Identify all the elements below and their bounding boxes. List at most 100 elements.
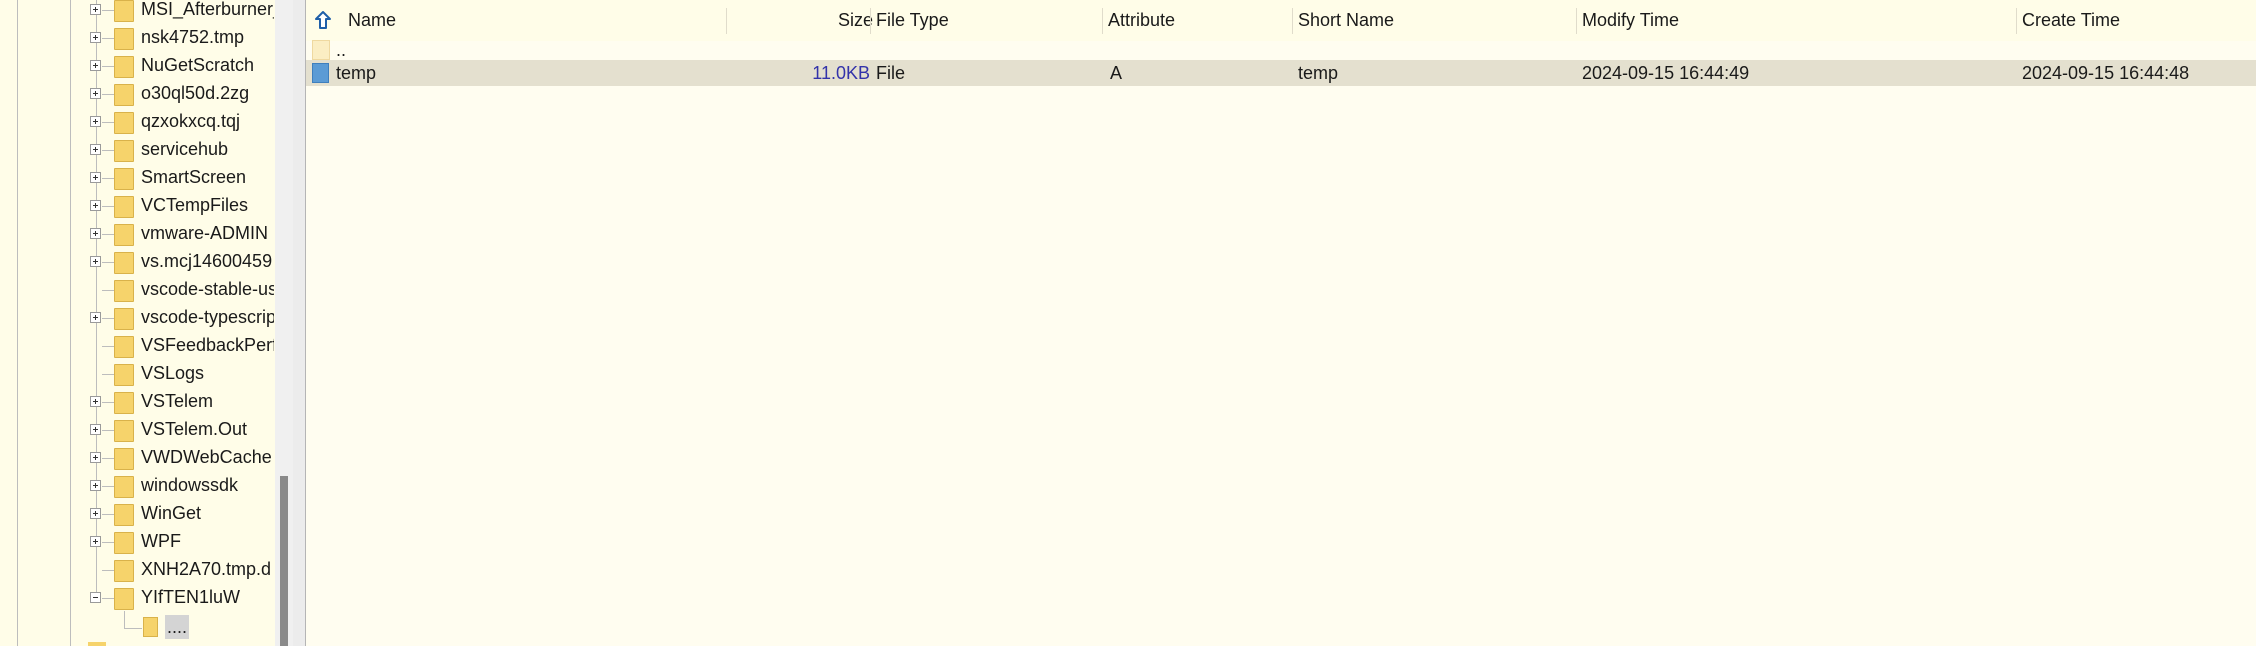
tree-item[interactable]: vscode-typescrip (0, 305, 275, 333)
expand-plus-icon[interactable] (90, 424, 101, 435)
expand-plus-icon[interactable] (90, 200, 101, 211)
expand-plus-icon[interactable] (90, 88, 101, 99)
tree-item-label: VSFeedbackPerfV (141, 335, 274, 355)
tree-item[interactable]: NuGetScratch (0, 53, 275, 81)
file-short-name: temp (1298, 63, 1339, 83)
expand-plus-icon[interactable] (90, 396, 101, 407)
tree-item-label: o30ql50d.2zg (141, 83, 250, 103)
tree-connector (102, 262, 114, 263)
tree-connector (102, 178, 114, 179)
column-header-short-name[interactable]: Short Name (1298, 0, 1394, 41)
expand-plus-icon[interactable] (90, 312, 101, 323)
expand-plus-icon[interactable] (90, 452, 101, 463)
tree-item[interactable]: YIfTEN1luW (0, 585, 275, 613)
tree-item[interactable]: SmartScreen (0, 165, 275, 193)
tree-item-label: servicehub (141, 139, 229, 159)
tree-item-label: VSTelem (141, 391, 214, 411)
column-header-modify-time[interactable]: Modify Time (1582, 0, 1679, 41)
tree-connector (102, 598, 114, 599)
tree-connector (102, 486, 114, 487)
column-header-name[interactable]: Name (348, 0, 396, 41)
tree-item[interactable]: WinGet (0, 501, 275, 529)
tree-connector (102, 402, 114, 403)
column-header-file-type[interactable]: File Type (876, 0, 949, 41)
tree-item-label: WPF (141, 531, 181, 551)
tree-item-label: vmware-ADMIN (141, 223, 269, 243)
column-divider[interactable] (1292, 8, 1293, 34)
collapse-minus-icon[interactable] (90, 592, 101, 603)
tree-connector (102, 94, 114, 95)
folder-icon (114, 280, 134, 302)
tree-connector (102, 514, 114, 515)
column-divider[interactable] (1102, 8, 1103, 34)
tree-item[interactable]: VCTempFiles (0, 193, 275, 221)
column-header-create-time[interactable]: Create Time (2022, 0, 2120, 41)
expand-plus-icon[interactable] (90, 116, 101, 127)
file-create-time: 2024-09-15 16:44:48 (2022, 63, 2190, 83)
column-divider[interactable] (2016, 8, 2017, 34)
expand-plus-icon[interactable] (90, 4, 101, 15)
folder-icon (114, 84, 134, 106)
expand-plus-icon[interactable] (90, 480, 101, 491)
tree-item[interactable]: WPF (0, 529, 275, 557)
file-type: File (876, 63, 906, 83)
expand-plus-icon[interactable] (90, 172, 101, 183)
tree-child-item[interactable]: .... (165, 615, 190, 639)
expand-plus-icon[interactable] (90, 536, 101, 547)
tree-item[interactable]: XNH2A70.tmp.d (0, 557, 275, 585)
expand-plus-icon[interactable] (90, 228, 101, 239)
tree-item[interactable]: VSFeedbackPerfV (0, 333, 275, 361)
folder-icon (114, 588, 134, 610)
tree-item[interactable]: VSTelem (0, 389, 275, 417)
tree-item-label: MSI_Afterburner_ (141, 0, 274, 19)
file-attribute: A (1110, 63, 1123, 83)
tree-item[interactable]: vs.mcj14600459 (0, 249, 275, 277)
tree-connector (102, 10, 114, 11)
tree-connector (102, 430, 114, 431)
expand-plus-icon[interactable] (90, 508, 101, 519)
tree-item-label: vs.mcj14600459 (141, 251, 273, 271)
folder-icon (114, 476, 134, 498)
tree-item[interactable]: qzxokxcq.tqj (0, 109, 275, 137)
folder-icon (114, 56, 134, 78)
expand-plus-icon[interactable] (90, 60, 101, 71)
folder-icon (114, 252, 134, 274)
tree-connector (102, 374, 114, 375)
up-arrow-icon[interactable] (312, 9, 334, 31)
tree-item[interactable]: servicehub (0, 137, 275, 165)
column-divider[interactable] (870, 8, 871, 34)
scrollbar-thumb[interactable] (280, 476, 288, 646)
file-row-temp[interactable]: temp 11.0KB File A temp 2024-09-15 16:44… (306, 60, 2256, 86)
column-divider[interactable] (726, 8, 727, 34)
file-modify-time: 2024-09-15 16:44:49 (1582, 63, 1750, 83)
column-header-size[interactable]: Size (838, 0, 873, 41)
column-header-attribute[interactable]: Attribute (1108, 0, 1175, 41)
tree-item[interactable]: VSLogs (0, 361, 275, 389)
folder-icon (114, 28, 134, 50)
folder-icon (114, 140, 134, 162)
folder-icon (114, 448, 134, 470)
tree-item[interactable]: o30ql50d.2zg (0, 81, 275, 109)
tree-connector (102, 290, 114, 291)
folder-icon (114, 364, 134, 386)
tree-item-label: nsk4752.tmp (141, 27, 245, 47)
tree-item[interactable]: VWDWebCache (0, 445, 275, 473)
tree-item[interactable]: VSTelem.Out (0, 417, 275, 445)
tree-item[interactable]: nsk4752.tmp (0, 25, 275, 53)
expand-plus-icon[interactable] (90, 144, 101, 155)
tree-item[interactable]: vmware-ADMIN (0, 221, 275, 249)
column-divider[interactable] (1576, 8, 1577, 34)
tree-item[interactable]: MSI_Afterburner_ (0, 0, 275, 25)
expand-plus-icon[interactable] (90, 32, 101, 43)
tree-item[interactable]: windowssdk (0, 473, 275, 501)
tree-scrollbar[interactable] (275, 0, 293, 646)
tree-item[interactable]: vscode-stable-us (0, 277, 275, 305)
file-list[interactable]: Name Size File Type Attribute Short Name… (306, 0, 2256, 646)
tree-connector (102, 318, 114, 319)
folder-tree[interactable]: MSI_Afterburner_ nsk4752.tmp NuGetScratch o… (0, 0, 275, 646)
folder-icon (143, 617, 158, 637)
tree-item-label: windowssdk (141, 475, 239, 495)
tree-item-label: VSTelem.Out (141, 419, 248, 439)
expand-plus-icon[interactable] (90, 256, 101, 267)
pane-splitter[interactable] (293, 0, 306, 646)
